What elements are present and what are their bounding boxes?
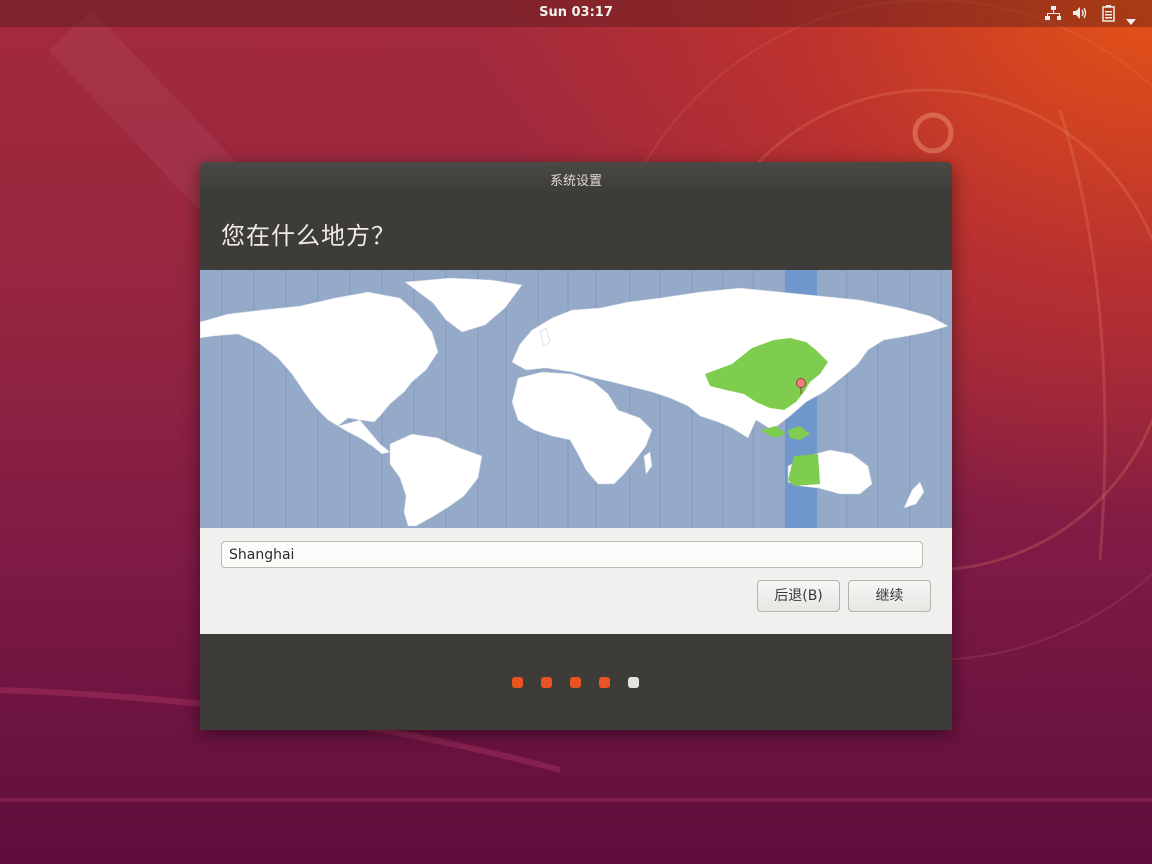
window-title: 系统设置 — [549, 174, 602, 189]
network-icon[interactable] — [1045, 5, 1061, 25]
back-button[interactable]: 后退(B) — [757, 580, 840, 612]
title-bar[interactable]: 系统设置 — [200, 162, 952, 192]
installer-window: 系统设置 您在什么地方？ Shanghai 后退(B) 继续 — [200, 162, 952, 730]
desktop: Sun 03:17 系统设置 您在什么地方？ Shanghai 后退(B) 继续 — [0, 0, 1152, 864]
menu-caret-icon[interactable] — [1126, 10, 1136, 29]
timezone-map[interactable] — [200, 270, 952, 528]
continue-button[interactable]: 继续 — [848, 580, 931, 612]
location-input[interactable] — [221, 541, 923, 568]
clock[interactable]: Sun 03:17 — [0, 5, 1152, 20]
footer-panel — [200, 634, 952, 730]
progress-dot — [570, 677, 581, 688]
progress-dot — [599, 677, 610, 688]
progress-dot — [628, 677, 639, 688]
battery-icon[interactable] — [1102, 5, 1116, 26]
content-panel: 后退(B) 继续 — [200, 528, 952, 634]
world-map — [200, 270, 949, 528]
volume-icon[interactable] — [1072, 5, 1089, 25]
progress-dot — [541, 677, 552, 688]
top-bar: Sun 03:17 — [0, 0, 1152, 27]
progress-dot — [512, 677, 523, 688]
page-heading: 您在什么地方？ — [221, 222, 396, 250]
